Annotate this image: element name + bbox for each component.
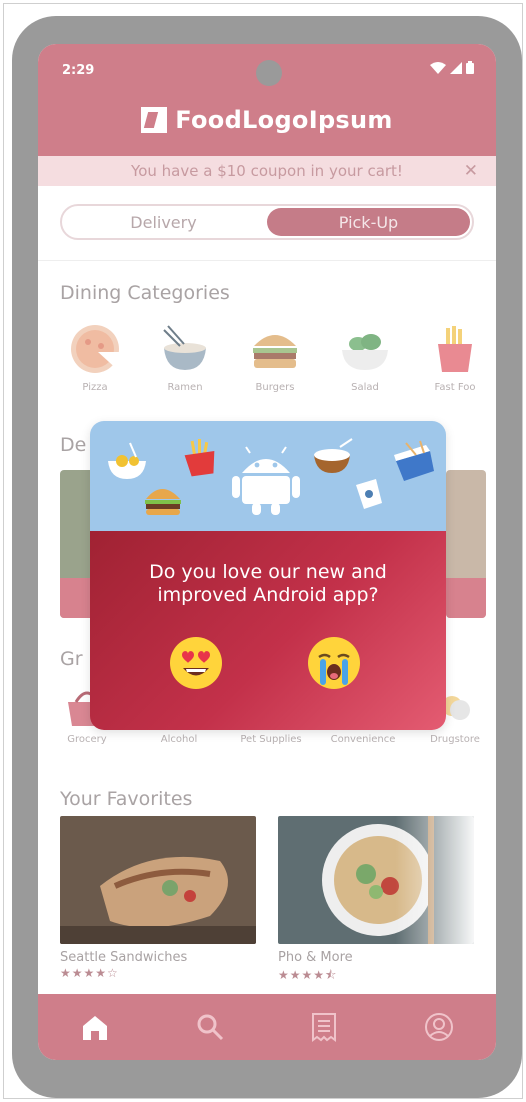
category-ramen[interactable]: Ramen [144, 322, 226, 393]
category-burgers[interactable]: Burgers [234, 322, 316, 393]
dislike-button[interactable] [308, 637, 360, 689]
search-icon[interactable] [185, 1002, 235, 1052]
coupon-banner[interactable]: You have a $10 coupon in your cart! ✕ [38, 156, 496, 186]
rating-stars: ★★★★⯪ [278, 968, 338, 982]
home-icon[interactable] [70, 1002, 120, 1052]
android-robot-icon [232, 446, 300, 515]
rating-stars: ★★★★☆ [60, 966, 119, 980]
camera-cutout [256, 60, 282, 86]
fries-icon [428, 322, 482, 376]
favorite-name: Pho & More [278, 950, 353, 965]
category-label: Salad [351, 382, 379, 393]
grocery-label: Drugstore [430, 734, 480, 745]
category-salad[interactable]: Salad [324, 322, 406, 393]
coffee-cup-icon [356, 479, 382, 509]
takeout-box-icon [394, 440, 434, 481]
ramen-icon [158, 322, 212, 376]
app-header: 2:29 FoodLogoIpsum [38, 44, 496, 156]
favorite-image [278, 816, 474, 944]
battery-icon [466, 61, 474, 78]
modal-question: Do you love our new and improved Android… [90, 561, 446, 607]
question-line-1: Do you love our new and [149, 561, 387, 583]
rice-bowl-icon [314, 438, 353, 473]
category-label: Ramen [167, 382, 203, 393]
dining-categories-title: Dining Categories [60, 282, 230, 304]
modal-illustration [90, 421, 446, 531]
coupon-text: You have a $10 coupon in your cart! [131, 162, 403, 180]
bottom-nav [38, 994, 496, 1060]
close-icon[interactable]: ✕ [464, 161, 478, 181]
order-mode-toggle[interactable]: Delivery Pick-Up [60, 204, 474, 240]
grocery-label: Pet Supplies [240, 734, 302, 745]
grocery-label: Convenience [330, 734, 396, 745]
favorite-image [60, 816, 256, 944]
category-row: Pizza Ramen Burgers Salad Fast Foo [54, 322, 496, 393]
category-label: Pizza [82, 382, 108, 393]
divider [38, 260, 496, 261]
heart-eyes-emoji-icon [171, 638, 221, 688]
salad-icon [338, 322, 392, 376]
category-label: Burgers [255, 382, 295, 393]
fries-icon [184, 439, 215, 477]
favorite-name: Seattle Sandwiches [60, 950, 188, 965]
category-fast-food[interactable]: Fast Foo [414, 322, 496, 393]
feedback-modal: Do you love our new and improved Android… [90, 421, 446, 730]
brand-logo-icon [141, 107, 168, 133]
ramen-icon [108, 442, 146, 479]
status-bar: 2:29 [38, 44, 496, 100]
account-icon[interactable] [414, 1002, 464, 1052]
receipt-icon[interactable] [299, 1002, 349, 1052]
favorite-card[interactable]: Seattle Sandwiches ★★★★☆ [60, 816, 256, 980]
favorite-card[interactable]: Pho & More ★★★★⯪ [278, 816, 474, 987]
favorites-title: Your Favorites [60, 788, 193, 810]
pizza-icon [68, 322, 122, 376]
burger-icon [145, 489, 181, 515]
brand-name: FoodLogoIpsum [175, 106, 393, 134]
delivery-option[interactable]: Delivery [62, 206, 265, 238]
question-line-2: improved Android app? [157, 584, 379, 606]
burger-icon [248, 322, 302, 376]
pickup-option[interactable]: Pick-Up [267, 208, 470, 236]
modal-body: Do you love our new and improved Android… [90, 531, 446, 730]
signal-icon [450, 61, 462, 78]
love-button[interactable] [170, 637, 222, 689]
brand-logo: FoodLogoIpsum [38, 106, 496, 134]
grocery-label: Grocery [67, 734, 107, 745]
crying-emoji-icon [309, 638, 359, 688]
groceries-title: Gr [60, 648, 83, 670]
status-icons [430, 61, 474, 78]
category-pizza[interactable]: Pizza [54, 322, 136, 393]
deal-card[interactable] [446, 470, 486, 618]
deals-title: De [60, 434, 87, 456]
category-label: Fast Foo [434, 382, 476, 393]
wifi-icon [430, 61, 446, 78]
status-time: 2:29 [62, 63, 95, 78]
grocery-label: Alcohol [160, 734, 198, 745]
